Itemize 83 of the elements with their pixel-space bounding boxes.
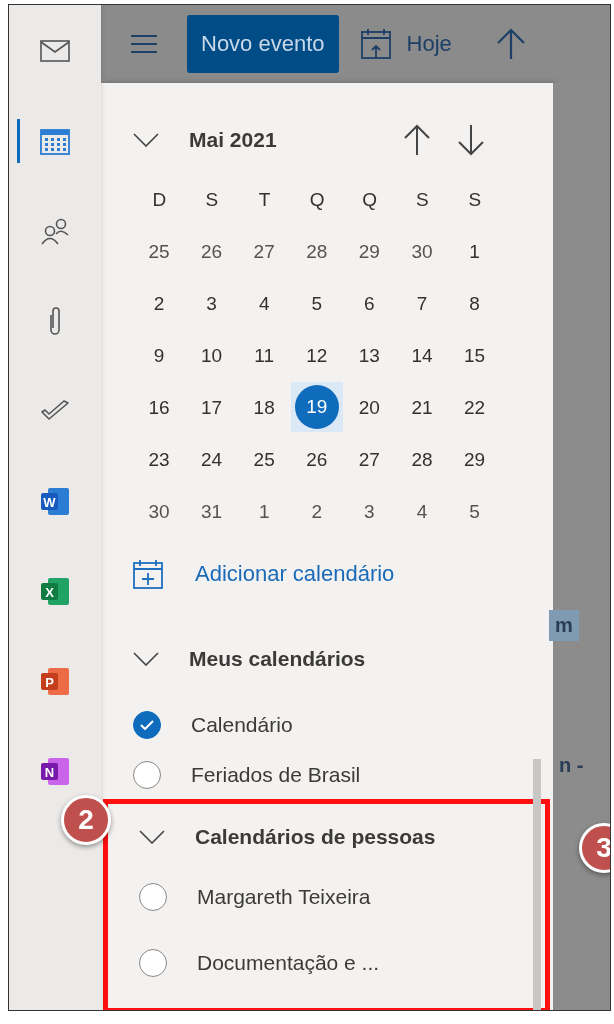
- day-button[interactable]: 5: [452, 490, 497, 534]
- day-button[interactable]: 18: [242, 386, 287, 430]
- day-button[interactable]: 11: [242, 334, 287, 378]
- scrollbar[interactable]: [533, 759, 541, 1010]
- arrow-up-icon[interactable]: [403, 124, 431, 156]
- calendar-name[interactable]: Documentação e ...: [197, 951, 380, 975]
- day-button[interactable]: 23: [137, 438, 181, 482]
- day-button[interactable]: 21: [399, 386, 444, 430]
- day-button[interactable]: 24: [189, 438, 234, 482]
- day-button[interactable]: 16: [137, 386, 181, 430]
- day-button[interactable]: 28: [399, 438, 444, 482]
- day-button[interactable]: 7: [399, 282, 444, 326]
- checkmark-icon: [40, 400, 70, 422]
- day-button[interactable]: 4: [242, 282, 287, 326]
- weekday-label: D: [152, 189, 167, 211]
- group-title: Meus calendários: [189, 647, 366, 671]
- day-button[interactable]: 3: [189, 282, 234, 326]
- day-button[interactable]: 2: [137, 282, 181, 326]
- new-event-button[interactable]: Novo evento: [187, 15, 339, 73]
- arrow-down-icon[interactable]: [457, 124, 485, 156]
- calendar-icon: [40, 127, 70, 155]
- day-button[interactable]: 20: [347, 386, 392, 430]
- day-button[interactable]: 22: [452, 386, 497, 430]
- menu-icon[interactable]: [131, 35, 157, 53]
- calendar-name[interactable]: Calendário: [191, 713, 293, 737]
- day-button[interactable]: 19: [294, 385, 339, 429]
- day-button[interactable]: 4: [399, 490, 444, 534]
- calendar-checkbox[interactable]: [133, 711, 161, 739]
- chevron-down-icon[interactable]: [133, 133, 159, 147]
- day-button[interactable]: 8: [452, 282, 497, 326]
- group-title: Calendários de pessoas: [195, 825, 436, 849]
- rail-item[interactable]: N: [9, 749, 101, 793]
- day-button[interactable]: 13: [347, 334, 392, 378]
- weekday-label: T: [258, 189, 271, 211]
- day-button[interactable]: 17: [189, 386, 234, 430]
- day-button[interactable]: 15: [452, 334, 497, 378]
- day-button[interactable]: 14: [399, 334, 444, 378]
- checkmark-icon: [140, 720, 154, 730]
- day-button[interactable]: 3: [347, 490, 392, 534]
- day-button[interactable]: 26: [294, 438, 339, 482]
- paperclip-icon: [47, 305, 63, 337]
- day-button[interactable]: 9: [137, 334, 181, 378]
- day-button[interactable]: 26: [189, 230, 234, 274]
- people-icon: [40, 217, 70, 245]
- chevron-down-icon[interactable]: [133, 652, 159, 666]
- weekday-label: Q: [309, 189, 325, 211]
- event-text: n -: [558, 753, 585, 778]
- calendar-name[interactable]: Margareth Teixeira: [197, 885, 371, 909]
- add-calendar-link[interactable]: Adicionar calendário: [195, 561, 395, 587]
- weekday-label: S: [468, 189, 482, 211]
- mail-icon: [40, 40, 70, 62]
- day-button[interactable]: 27: [242, 230, 287, 274]
- day-button[interactable]: 12: [294, 334, 339, 378]
- day-button[interactable]: 31: [189, 490, 234, 534]
- day-button[interactable]: 29: [452, 438, 497, 482]
- weekday-label: S: [415, 189, 429, 211]
- day-button[interactable]: 2: [294, 490, 339, 534]
- weekday-label: S: [205, 189, 219, 211]
- calendar-add-icon: [133, 559, 163, 589]
- event-text: m: [549, 610, 579, 641]
- day-button[interactable]: 30: [399, 230, 444, 274]
- calendar-checkbox[interactable]: [133, 761, 161, 789]
- chevron-down-icon[interactable]: [139, 830, 165, 844]
- calendar-checkbox[interactable]: [139, 949, 167, 977]
- rail-item[interactable]: P: [9, 659, 101, 703]
- rail-item[interactable]: X: [9, 569, 101, 613]
- day-button[interactable]: 1: [452, 230, 497, 274]
- day-button[interactable]: 25: [137, 230, 181, 274]
- rail-item[interactable]: W: [9, 479, 101, 523]
- calendar-name[interactable]: Feriados de Brasil: [191, 763, 361, 787]
- day-button[interactable]: 25: [242, 438, 287, 482]
- day-button[interactable]: 27: [347, 438, 392, 482]
- weekday-label: Q: [362, 189, 378, 211]
- month-label: Mai 2021: [189, 128, 278, 152]
- day-button[interactable]: 29: [347, 230, 392, 274]
- calendar-arrow-icon: [360, 28, 391, 60]
- day-button[interactable]: 28: [294, 230, 339, 274]
- day-button[interactable]: 10: [189, 334, 234, 378]
- day-button[interactable]: 30: [137, 490, 181, 534]
- day-button[interactable]: 6: [347, 282, 392, 326]
- calendar-checkbox[interactable]: [139, 883, 167, 911]
- day-button[interactable]: 5: [294, 282, 339, 326]
- day-button[interactable]: 1: [242, 490, 287, 534]
